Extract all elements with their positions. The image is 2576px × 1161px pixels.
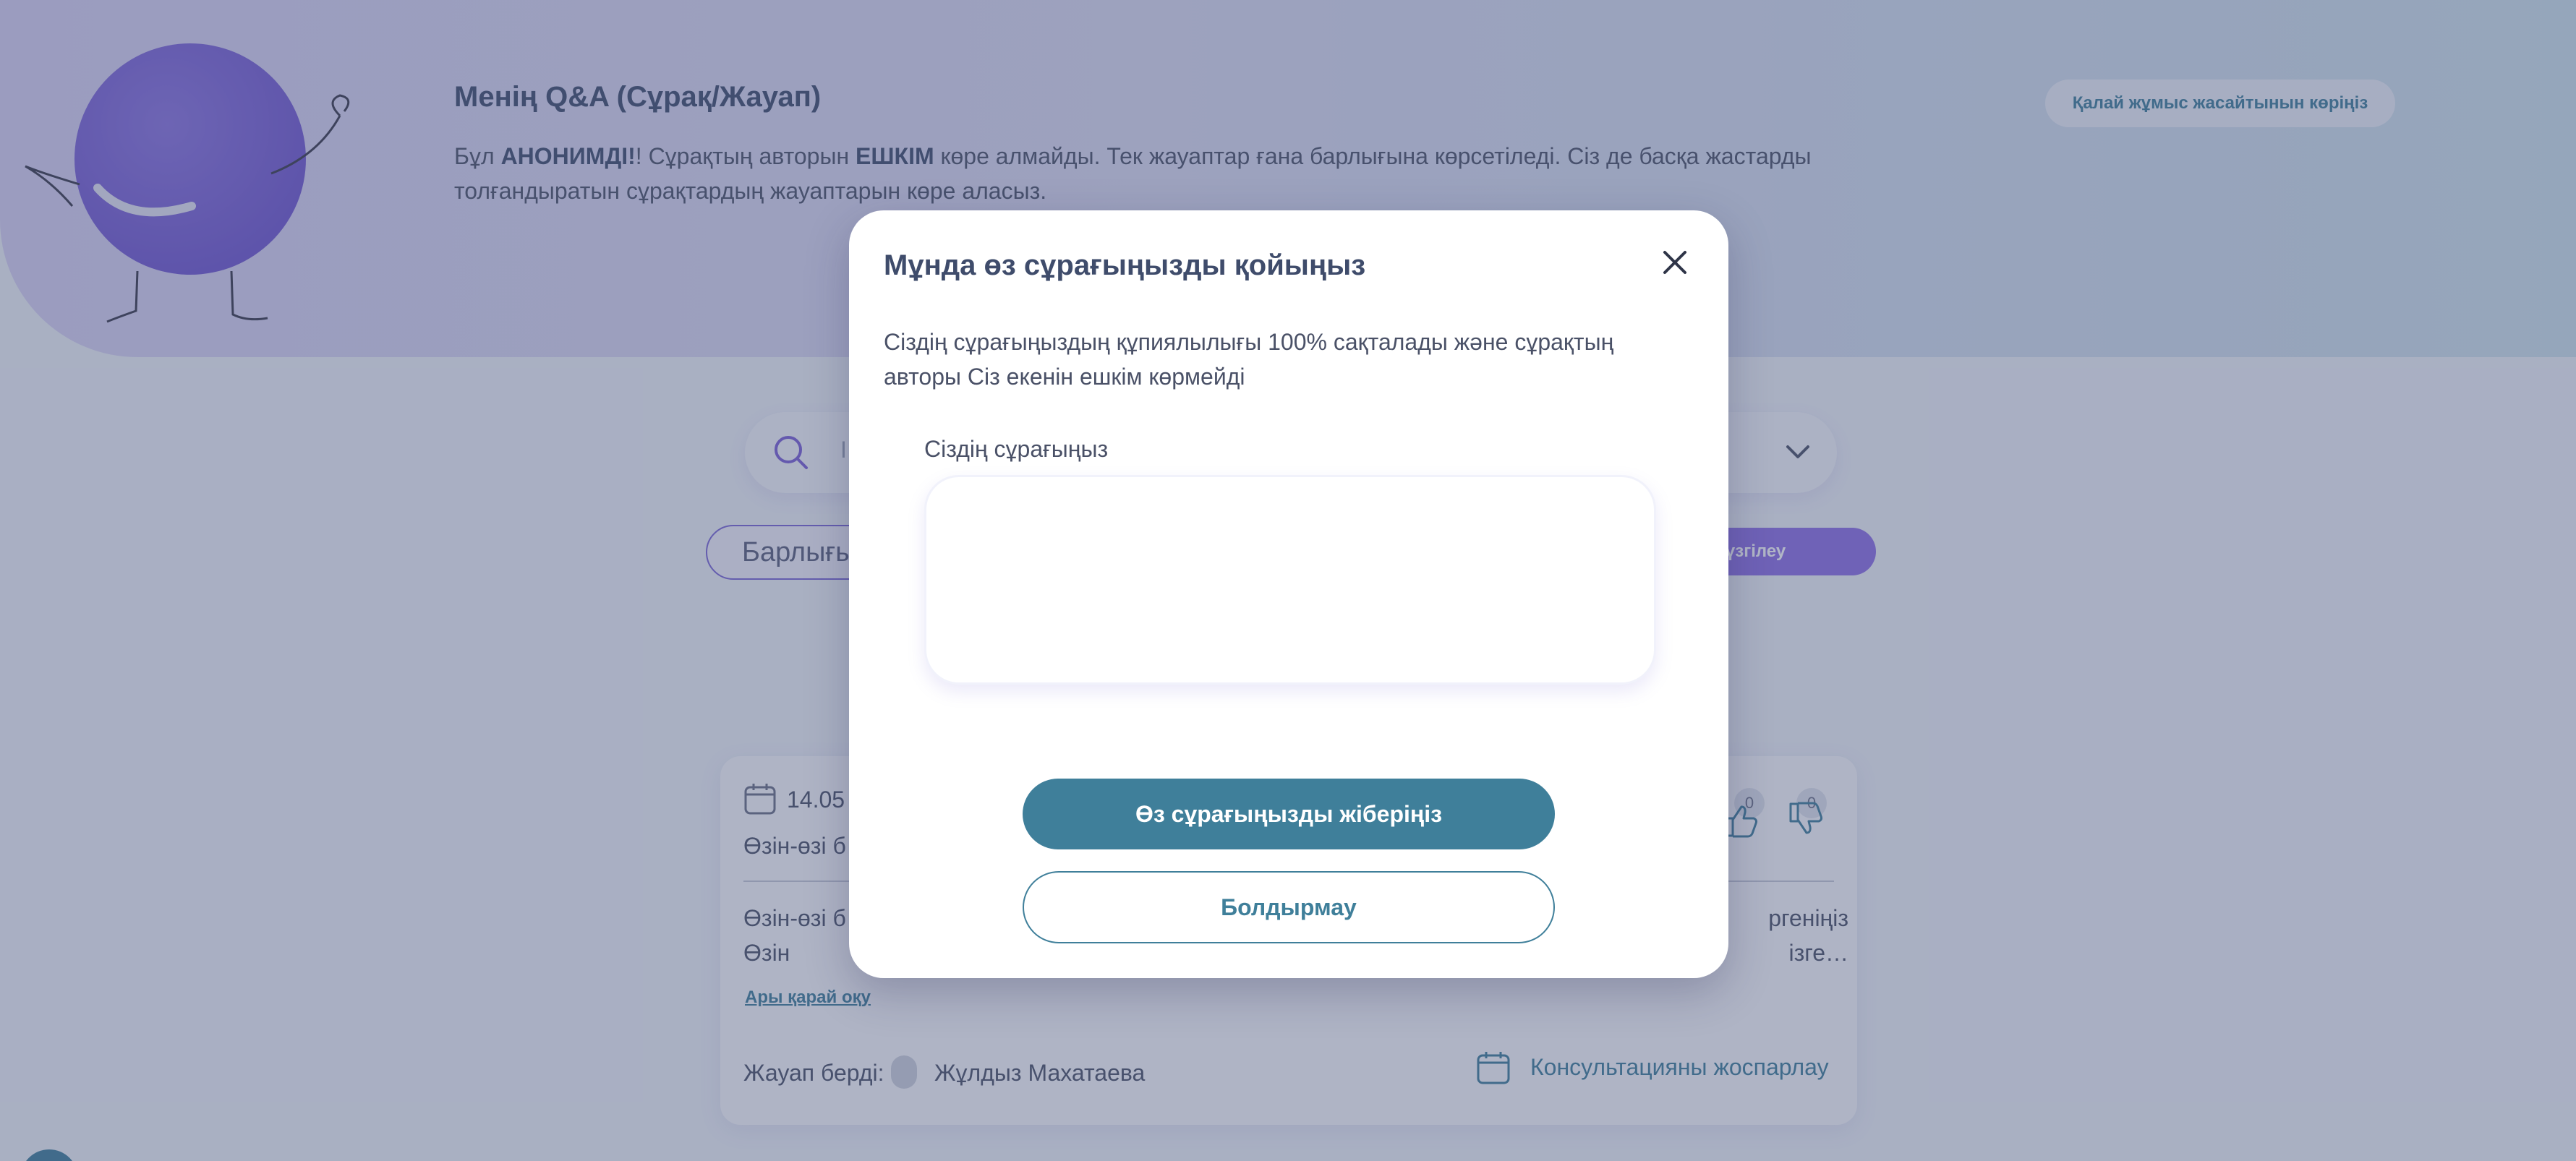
ask-question-modal: Мұнда өз сұрағыңызды қойыңыз Сіздің сұра… bbox=[849, 210, 1728, 978]
submit-question-button[interactable]: Өз сұрағыңызды жіберіңіз bbox=[1023, 779, 1555, 849]
question-textarea[interactable] bbox=[924, 475, 1656, 685]
cancel-button[interactable]: Болдырмау bbox=[1023, 871, 1555, 943]
modal-title: Мұнда өз сұрағыңызды қойыңыз bbox=[884, 249, 1366, 281]
question-field-label: Сіздің сұрағыңыз bbox=[924, 436, 1109, 462]
modal-description: Сіздің сұрағыңыздың құпиялылығы 100% сақ… bbox=[884, 329, 1614, 390]
close-icon[interactable] bbox=[1660, 248, 1689, 277]
